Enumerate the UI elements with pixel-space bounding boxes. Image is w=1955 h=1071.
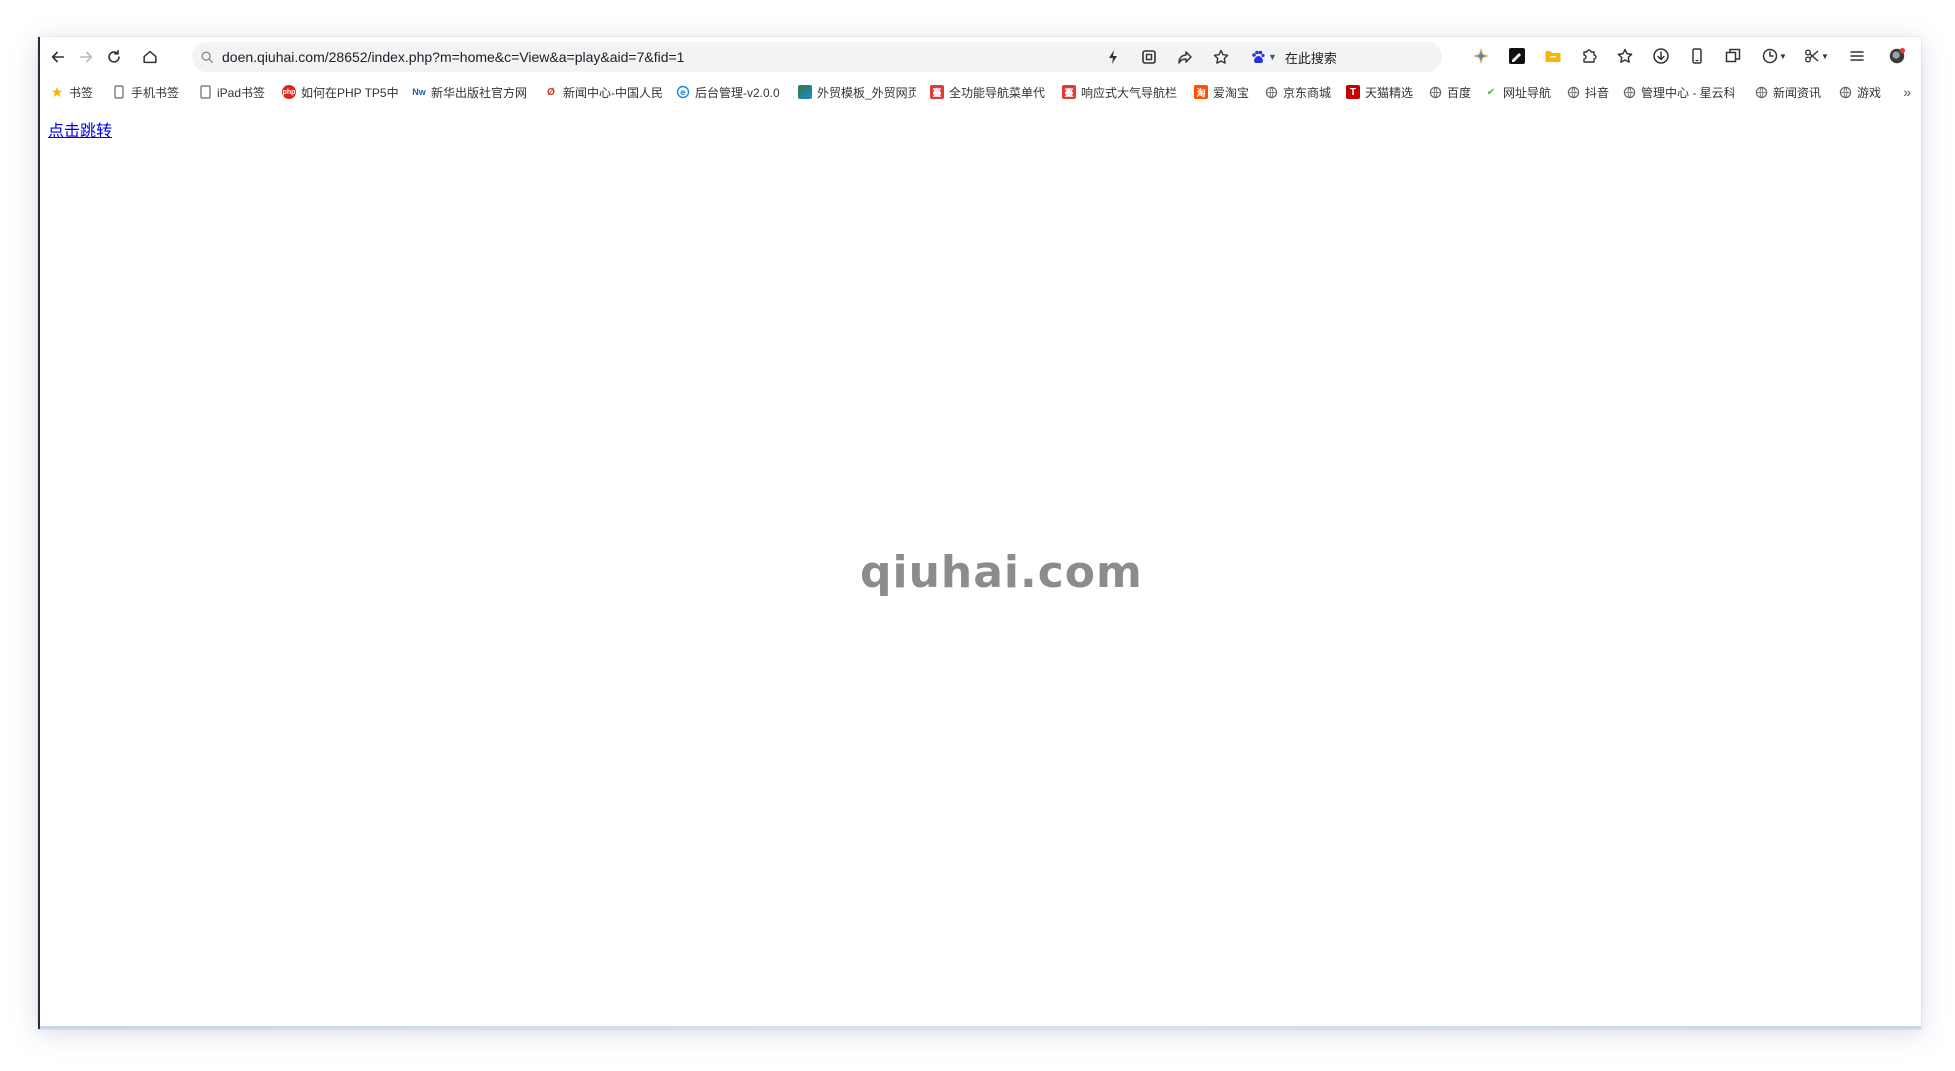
bookmark-item[interactable]: ★ 书签 [50,82,102,102]
cut-button[interactable]: ▼ [1800,45,1832,67]
folder-button[interactable] [1542,45,1564,67]
bookmark-item[interactable]: 管理中心 - 星云科 [1622,82,1734,102]
clock-icon [1762,48,1778,64]
globe-icon [1566,85,1580,99]
search-icon [201,51,213,63]
bookmark-item[interactable]: Ø 新闻中心-中国人民 [544,82,664,102]
bookmark-item[interactable]: 手机书签 [112,82,192,102]
download-icon [1653,48,1669,64]
download-button[interactable] [1650,45,1672,67]
history-button[interactable]: ▼ [1758,45,1790,67]
bookmark-item[interactable]: iPad书签 [198,82,278,102]
pen-box-icon [1509,48,1525,64]
star-outline-icon[interactable] [1212,48,1230,66]
chevron-down-icon: ▼ [1268,52,1277,62]
extensions-button[interactable] [1578,45,1600,67]
sparkle-icon [1473,48,1489,64]
reload-icon [108,49,120,63]
arrow-right-icon [79,51,93,63]
bookmark-item[interactable]: 新闻资讯 [1754,82,1834,102]
star-icon [1617,48,1633,63]
globe-icon [1428,85,1442,99]
lightning-icon[interactable] [1104,48,1122,66]
php-icon: php [282,85,296,99]
chevron-down-icon: ▼ [1779,51,1787,61]
hamburger-icon [1850,51,1864,61]
url-text[interactable]: doen.qiuhai.com/28652/index.php?m=home&c… [222,49,684,65]
bookmark-item[interactable]: 外贸模板_外贸网页 [798,82,916,102]
star-icon: ★ [50,83,64,100]
address-bar[interactable]: doen.qiuhai.com/28652/index.php?m=home&c… [192,42,1442,72]
scissors-icon [1805,49,1819,63]
watermark-text: qiuhai.com [860,547,1143,598]
globe-icon [1264,85,1278,99]
share-icon[interactable] [1176,48,1194,66]
bookmark-item[interactable]: ✔ 网址导航 [1484,82,1562,102]
browser-toolbar: doen.qiuhai.com/28652/index.php?m=home&c… [40,37,1921,77]
svg-text:e: e [680,88,686,97]
jump-link[interactable]: 点击跳转 [48,117,112,141]
folder-icon [1545,51,1561,62]
globe-icon [1622,85,1636,99]
admin-icon: e [676,85,690,99]
avatar-icon [1889,47,1906,64]
search-engine-box[interactable]: ▼ 在此搜索 [1250,45,1337,69]
bookmarks-overflow-button[interactable]: » [1903,82,1911,102]
taobao-icon: 淘 [1194,85,1208,99]
bookmark-item[interactable]: 游戏 [1838,82,1894,102]
back-button[interactable] [44,43,72,71]
bookmark-item[interactable]: 淘 爱淘宝 [1194,82,1258,102]
profile-button[interactable] [1886,45,1908,67]
browser-window: doen.qiuhai.com/28652/index.php?m=home&c… [38,37,1921,1029]
nav-icon: 臺 [1062,85,1076,99]
template-icon [798,85,812,99]
bookmarks-bar: ★ 书签 手机书签 iPad书签 php 如何在PHP TP5中 Nw 新华出版… [40,79,1921,105]
globe-icon [1754,85,1768,99]
mobile-button[interactable] [1686,45,1708,67]
search-engine-placeholder: 在此搜索 [1284,50,1337,66]
tabs-button[interactable] [1722,45,1744,67]
page-content: 点击跳转 qiuhai.com [40,107,1921,1029]
globe-icon [1838,85,1852,99]
draw-button[interactable] [1506,45,1528,67]
bookmark-item[interactable]: T 天猫精选 [1346,82,1424,102]
phone-icon [112,85,126,99]
bookmark-item[interactable]: 抖音 [1566,82,1616,102]
chevron-down-icon: ▼ [1821,51,1829,61]
hao-icon: ✔ [1486,86,1496,98]
menu-button[interactable] [1846,45,1868,67]
favorites-button[interactable] [1614,45,1636,67]
home-icon [143,50,157,64]
bookmark-item[interactable]: 京东商城 [1264,82,1342,102]
bookmark-item[interactable]: 臺 响应式大气导航栏 [1062,82,1180,102]
tmall-icon: T [1346,85,1360,99]
sparkle-button[interactable] [1470,45,1492,67]
puzzle-icon [1583,49,1597,63]
bookmark-item[interactable]: 百度 [1428,82,1478,102]
reload-button[interactable] [100,43,128,71]
bookmark-item[interactable]: php 如何在PHP TP5中 [282,82,400,102]
arrow-left-icon [51,51,65,63]
bookmark-item[interactable]: e 后台管理-v2.0.0 [676,82,788,102]
home-button[interactable] [136,43,164,71]
bookmark-item[interactable]: 臺 全功能导航菜单代 [930,82,1048,102]
xinhua-icon: Nw [412,87,426,97]
forward-button[interactable] [72,43,100,71]
screenshot-icon[interactable] [1140,48,1158,66]
baidu-paw-icon [1252,50,1265,63]
windows-icon [1725,48,1741,63]
bookmark-item[interactable]: Nw 新华出版社官方网 [412,82,532,102]
news-icon: Ø [547,86,555,98]
tablet-icon [198,85,212,99]
mobile-icon [1692,48,1702,64]
menu-icon: 臺 [930,85,944,99]
